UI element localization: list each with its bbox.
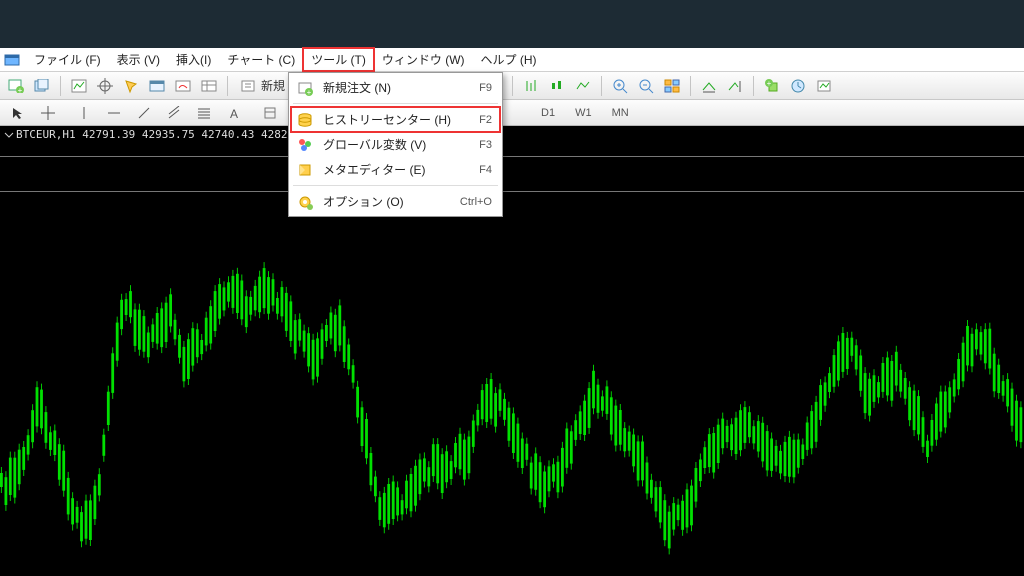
chart-area[interactable]: BTCEUR,H1 42791.39 42935.75 42740.43 428… — [0, 126, 1024, 576]
svg-text:A: A — [230, 107, 238, 120]
menu-separator — [293, 103, 498, 104]
menu-global-variables[interactable]: グローバル変数 (V) F3 — [291, 132, 500, 157]
menu-item-shortcut: F4 — [479, 164, 492, 176]
crosshair-icon[interactable] — [93, 75, 117, 97]
navigator-icon[interactable] — [119, 75, 143, 97]
candle-chart-icon[interactable] — [545, 75, 569, 97]
menu-item-label: メタエディター (E) — [323, 161, 471, 178]
equidistant-icon[interactable] — [162, 102, 186, 124]
menu-new-order[interactable]: + 新規注文 (N) F9 — [291, 75, 500, 100]
chart-ohlc-text: BTCEUR,H1 42791.39 42935.75 42740.43 428… — [16, 128, 314, 141]
menu-help[interactable]: ヘルプ (H) — [473, 48, 545, 71]
terminal-icon[interactable] — [145, 75, 169, 97]
timeframe-mn[interactable]: MN — [605, 103, 636, 123]
menu-insert[interactable]: 挿入(I) — [168, 48, 219, 71]
menu-window[interactable]: ウィンドウ (W) — [374, 48, 473, 71]
menu-bar: ファイル (F) 表示 (V) 挿入(I) チャート (C) ツール (T) ウ… — [0, 48, 1024, 72]
line-chart-icon[interactable] — [571, 75, 595, 97]
zoom-out-icon[interactable] — [634, 75, 658, 97]
menu-item-shortcut: F2 — [479, 114, 492, 126]
svg-text:+: + — [18, 86, 23, 93]
indicators-icon[interactable]: + — [760, 75, 784, 97]
variables-icon — [295, 135, 315, 155]
menu-item-label: グローバル変数 (V) — [323, 136, 471, 153]
toolbar-drawing: A D1 W1 MN — [0, 100, 1024, 126]
menu-item-shortcut: F3 — [479, 139, 492, 151]
new-order-label: 新規 — [261, 77, 285, 94]
chart-collapse-icon — [4, 130, 14, 140]
app-icon — [2, 50, 22, 70]
timeframe-d1[interactable]: D1 — [534, 103, 562, 123]
trend-line-icon[interactable] — [132, 102, 156, 124]
menu-meta-editor[interactable]: メタエディター (E) F4 — [291, 157, 500, 182]
tools-dropdown: + 新規注文 (N) F9 ヒストリーセンター (H) F2 グローバル変数 (… — [288, 72, 503, 217]
menu-file[interactable]: ファイル (F) — [26, 48, 109, 71]
tile-windows-icon[interactable] — [660, 75, 684, 97]
menu-item-shortcut: F9 — [479, 82, 492, 94]
fibonacci-icon[interactable] — [192, 102, 216, 124]
svg-text:+: + — [307, 88, 312, 96]
svg-text:+: + — [767, 79, 772, 88]
menu-item-label: オプション (O) — [323, 193, 452, 210]
object-list-icon[interactable] — [258, 102, 282, 124]
menu-chart[interactable]: チャート (C) — [219, 48, 303, 71]
new-order-icon: + — [295, 78, 315, 98]
auto-scroll-icon[interactable] — [697, 75, 721, 97]
menu-item-shortcut: Ctrl+O — [460, 196, 492, 208]
timeframe-w1[interactable]: W1 — [568, 103, 599, 123]
crosshair-tool-icon[interactable] — [36, 102, 60, 124]
toolbar-right: + — [508, 72, 836, 100]
bar-chart-icon[interactable] — [519, 75, 543, 97]
options-icon — [295, 192, 315, 212]
zoom-in-icon[interactable] — [608, 75, 632, 97]
menu-options[interactable]: オプション (O) Ctrl+O — [291, 189, 500, 214]
menu-history-center[interactable]: ヒストリーセンター (H) F2 — [291, 107, 500, 132]
menu-item-label: ヒストリーセンター (H) — [323, 111, 471, 128]
new-order-button[interactable]: 新規 — [234, 75, 292, 97]
menu-view[interactable]: 表示 (V) — [109, 48, 168, 71]
templates-icon[interactable] — [812, 75, 836, 97]
editor-icon — [295, 160, 315, 180]
cursor-icon[interactable] — [6, 102, 30, 124]
menu-item-label: 新規注文 (N) — [323, 79, 471, 96]
profiles-icon[interactable] — [30, 75, 54, 97]
strategy-tester-icon[interactable] — [171, 75, 195, 97]
horizontal-line-icon[interactable] — [102, 102, 126, 124]
periodicity-icon[interactable] — [786, 75, 810, 97]
database-icon — [295, 110, 315, 130]
new-chart-icon[interactable]: + — [4, 75, 28, 97]
menu-separator — [293, 185, 498, 186]
chart-shift-icon[interactable] — [723, 75, 747, 97]
candlestick-series — [0, 126, 1024, 576]
data-window-icon[interactable] — [197, 75, 221, 97]
text-tool-icon[interactable]: A — [222, 102, 246, 124]
menu-tools[interactable]: ツール (T) — [303, 48, 374, 71]
vertical-line-icon[interactable] — [72, 102, 96, 124]
market-watch-icon[interactable] — [67, 75, 91, 97]
chart-symbol-label: BTCEUR,H1 42791.39 42935.75 42740.43 428… — [4, 128, 314, 141]
